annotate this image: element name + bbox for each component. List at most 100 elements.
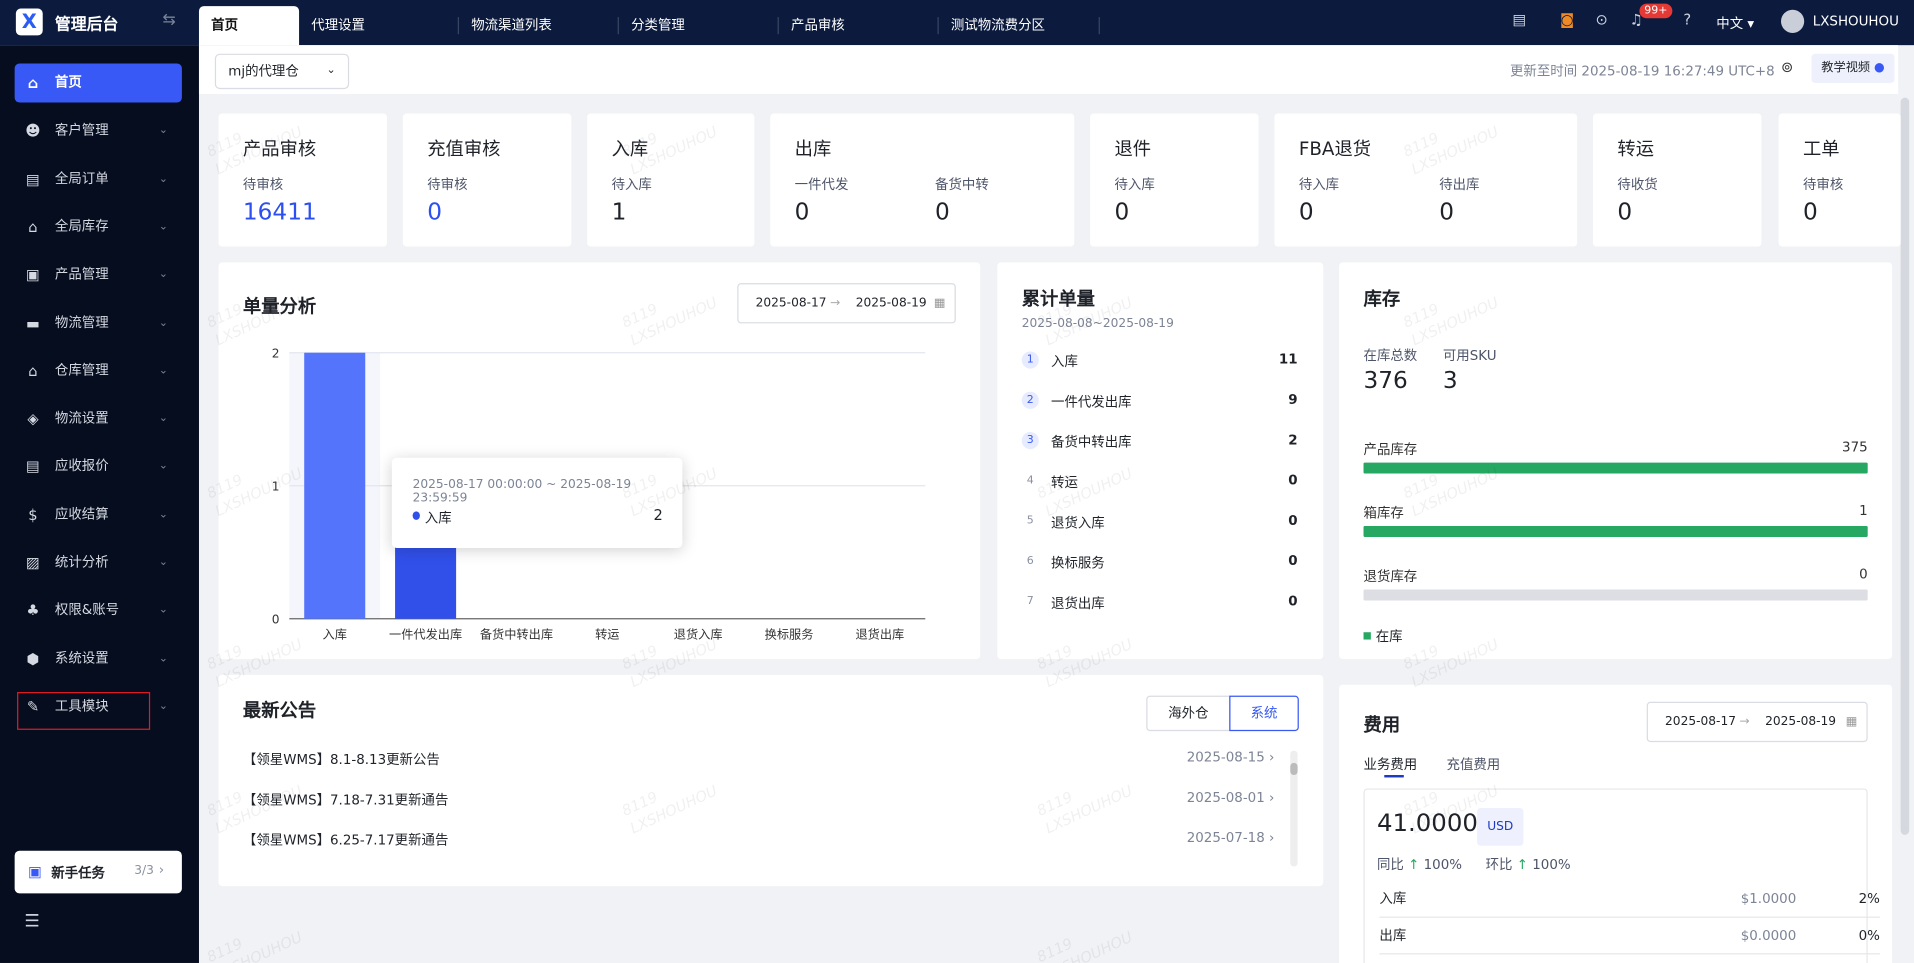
sidebar-item-3[interactable]: ⌂ 全局库存 ⌄: [15, 207, 182, 246]
notice-item[interactable]: 【领星WMS】8.1-8.13更新公告 2025-08-15 ›: [243, 749, 1299, 769]
stat-card[interactable]: 产品审核 待审核 16411: [218, 113, 387, 247]
sidebar-item-11[interactable]: ♣ 权限&账号 ⌄: [15, 591, 182, 630]
stat-card[interactable]: 充值审核 待审核 0: [402, 113, 572, 247]
sidebar-item-1[interactable]: ☻ 客户管理 ⌄: [15, 111, 182, 150]
cumulative-orders-card: 累计单量 2025-08-08~2025-08-19 1 入库 11 2 一件代…: [997, 262, 1324, 660]
download-icon[interactable]: ⊙: [1595, 11, 1607, 28]
sidebar-item-label: 客户管理: [54, 122, 109, 139]
stat-card[interactable]: 出库 一件代发 0 备货中转 0: [770, 113, 1075, 247]
chevron-down-icon: ⌄: [158, 316, 168, 329]
sidebar-item-5[interactable]: ▬ 物流管理 ⌄: [15, 303, 182, 342]
stat-value[interactable]: 16411: [243, 199, 317, 226]
sidebar-item-label: 产品管理: [54, 266, 109, 283]
inventory-progress-fill: [1363, 462, 1868, 474]
warehouse-icon: ⌂: [28, 218, 38, 236]
switch-icon[interactable]: ⇆: [162, 11, 175, 29]
stat-label: 待入库: [611, 176, 652, 193]
inbox-icon[interactable]: ▤: [1512, 11, 1526, 28]
inventory-bar-label: 退货库存: [1363, 568, 1418, 585]
chevron-down-icon: ⌄: [158, 220, 168, 233]
inventory-bar-value: 0: [1859, 566, 1868, 583]
y-tick-label: 1: [272, 480, 280, 494]
stat-label: 备货中转: [935, 176, 989, 193]
avatar[interactable]: [1781, 9, 1805, 33]
sidebar-item-4[interactable]: ▣ 产品管理 ⌄: [15, 255, 182, 294]
language-select[interactable]: 中文 ▾: [1716, 13, 1754, 33]
refresh-icon[interactable]: ⊚: [1781, 59, 1793, 76]
toggle-system[interactable]: 系统: [1229, 695, 1299, 732]
tab-product-review[interactable]: 产品审核: [779, 6, 938, 45]
stat-card[interactable]: FBA退货 待入库 0 待出库 0: [1274, 113, 1578, 247]
item-value: 0: [1288, 552, 1298, 569]
tab-recharge-fees[interactable]: 充值费用: [1447, 754, 1501, 774]
document-icon: ▤: [26, 458, 40, 476]
sidebar-item-9[interactable]: $ 应收结算 ⌄: [15, 495, 182, 534]
notice-item[interactable]: 【领星WMS】6.25-7.17更新通告 2025-07-18 ›: [243, 830, 1299, 850]
sidebar-item-label: 应收报价: [54, 458, 109, 475]
chart-icon: ▨: [26, 554, 40, 572]
stat-label: 待收货: [1617, 176, 1658, 193]
tutorial-video-button[interactable]: 教学视频 ●: [1811, 53, 1895, 83]
stat-label: 待入库: [1114, 176, 1155, 193]
chevron-down-icon: ⌄: [158, 412, 168, 425]
newbie-task-button[interactable]: ▣ 新手任务 3/3 ›: [14, 850, 182, 894]
bar[interactable]: [304, 352, 366, 619]
toggle-overseas[interactable]: 海外仓: [1146, 695, 1231, 732]
sidebar-item-label: 首页: [54, 74, 82, 91]
notice-item[interactable]: 【领星WMS】7.18-7.31更新通告 2025-08-01 ›: [243, 790, 1299, 810]
home-icon: ⌂: [27, 74, 39, 92]
stat-value: 0: [794, 198, 810, 226]
stat-card[interactable]: 工单 待审核 0: [1778, 113, 1901, 247]
stat-value: 0: [1298, 198, 1314, 226]
sidebar-item-0[interactable]: ⌂ 首页: [14, 63, 182, 103]
inventory-card: 库存 在库总数 可用SKU 376 3 产品库存 375 箱库存 1 退货库存 0 在库: [1339, 262, 1893, 660]
x-tick-label: 换标服务: [765, 626, 814, 641]
item-label: 备货中转出库: [1051, 434, 1132, 451]
yoy-value: 100%: [1423, 856, 1462, 873]
arrow-up-icon: ↑: [1408, 856, 1420, 873]
robot-icon[interactable]: ◙: [1560, 11, 1574, 28]
stat-card[interactable]: 退件 待入库 0: [1090, 113, 1259, 247]
notice-scrollbar[interactable]: [1290, 750, 1298, 867]
notices-card: 最新公告 海外仓 系统 【领星WMS】8.1-8.13更新公告 2025-08-…: [218, 674, 1324, 887]
stat-value[interactable]: 0: [427, 199, 442, 226]
page-scrollbar[interactable]: [1900, 97, 1910, 835]
tab-logistics-channels[interactable]: 物流渠道列表: [459, 6, 618, 45]
tab-agent-settings[interactable]: 代理设置: [299, 6, 458, 45]
stat-card[interactable]: 入库 待入库 1: [587, 113, 755, 247]
menu-collapse-icon[interactable]: ☰: [24, 912, 39, 932]
stat-title: 出库: [794, 137, 832, 160]
notice-title: 【领星WMS】6.25-7.17更新通告: [242, 832, 449, 849]
sidebar-item-8[interactable]: ▤ 应收报价 ⌄: [15, 447, 182, 486]
sidebar-item-10[interactable]: ▨ 统计分析 ⌄: [15, 543, 182, 582]
stat-label: 待出库: [1439, 176, 1480, 193]
help-icon[interactable]: ?: [1683, 11, 1691, 28]
box-icon: ◈: [27, 410, 39, 428]
tab-divider: [1098, 17, 1100, 35]
tab-categories[interactable]: 分类管理: [619, 6, 778, 45]
sidebar-item-7[interactable]: ◈ 物流设置 ⌄: [15, 399, 182, 438]
sidebar-item-12[interactable]: ⬢ 系统设置 ⌄: [15, 639, 182, 678]
username[interactable]: LXSHOUHOU: [1813, 13, 1899, 29]
stat-card[interactable]: 转运 待收货 0: [1593, 113, 1762, 247]
mom-value: 100%: [1532, 856, 1571, 873]
tab-home[interactable]: 首页: [198, 6, 300, 46]
task-icon: ▣: [28, 862, 42, 880]
section-title: 累计单量: [1021, 288, 1095, 311]
total-label: 在库总数: [1363, 347, 1418, 364]
sidebar-item-6[interactable]: ⌂ 仓库管理 ⌄: [15, 351, 182, 390]
arrow-up-icon: ↑: [1516, 856, 1528, 873]
tab-business-fees[interactable]: 业务费用: [1364, 754, 1418, 774]
rank-number: 1: [1021, 351, 1039, 369]
x-tick-label: 入库: [323, 626, 347, 641]
tab-logistics-fee-zones[interactable]: 测试物流费分区: [939, 6, 1098, 45]
order-analysis-card: 单量分析 2025-08-17 → 2025-08-19 ▦ 0 1 2 入库 一件代发…: [218, 262, 981, 660]
warehouse-select[interactable]: mj的代理仓 ⌄: [214, 53, 350, 90]
inventory-bar-value: 375: [1842, 439, 1868, 456]
currency-badge: USD: [1477, 807, 1524, 846]
fee-date-range-picker[interactable]: 2025-08-17 → 2025-08-19 ▦: [1646, 701, 1868, 743]
sidebar-item-label: 仓库管理: [54, 362, 109, 379]
task-label: 新手任务: [51, 865, 105, 882]
hierarchy-icon: ♣: [26, 602, 40, 620]
sidebar-item-2[interactable]: ▤ 全局订单 ⌄: [15, 159, 182, 198]
